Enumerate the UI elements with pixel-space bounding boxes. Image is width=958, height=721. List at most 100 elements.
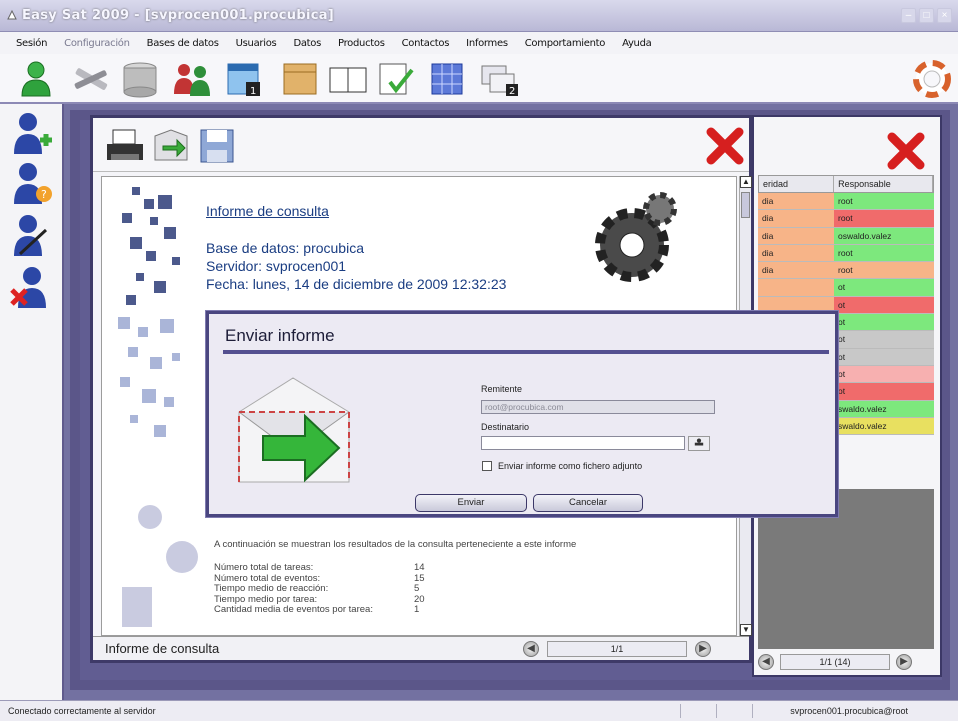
- svg-text:?: ?: [41, 188, 47, 201]
- prev-report-page-icon[interactable]: ◀: [523, 640, 539, 657]
- responsable-cell: root: [834, 210, 934, 227]
- responsable-cell: oswaldo.valez: [834, 227, 934, 244]
- sender-label: Remitente: [481, 384, 523, 394]
- report-stats: Número total de tareas: 14 Número total d…: [214, 562, 425, 616]
- stat-value: 14: [414, 562, 425, 573]
- cancel-button[interactable]: Cancelar: [533, 494, 643, 512]
- pixel-pattern-decoration: [118, 187, 198, 627]
- send-button[interactable]: Enviar: [415, 494, 527, 512]
- severity-cell: [758, 279, 834, 296]
- gear-icon: [595, 192, 677, 282]
- lifebuoy-icon[interactable]: [910, 60, 954, 98]
- menu-usuarios[interactable]: Usuarios: [236, 38, 277, 49]
- minimize-button[interactable]: –: [901, 8, 916, 23]
- report-date: Fecha: lunes, 14 de diciembre de 2009 12…: [206, 276, 507, 292]
- status-connection: Conectado correctamente al servidor: [8, 706, 156, 716]
- responsable-cell: root: [834, 262, 934, 279]
- checklist-icon[interactable]: [374, 60, 418, 98]
- stat-label: Cantidad media de eventos por tarea:: [214, 604, 373, 615]
- delete-user-icon[interactable]: [10, 264, 54, 312]
- stat-value: 1: [414, 604, 420, 615]
- contacts-icon: [694, 438, 704, 446]
- severity-cell: dia: [758, 244, 834, 262]
- responsable-cell: ot: [834, 314, 934, 331]
- status-divider: [752, 704, 753, 718]
- users-icon[interactable]: [170, 60, 214, 98]
- menu-productos[interactable]: Productos: [338, 38, 385, 49]
- table-row[interactable]: dia oswaldo.valez: [758, 227, 934, 245]
- print-icon[interactable]: [105, 126, 145, 166]
- window-icon[interactable]: 1: [222, 60, 266, 98]
- next-report-page-icon[interactable]: ▶: [695, 640, 711, 657]
- table-row[interactable]: ot: [758, 279, 934, 297]
- toolbar-badge-1: 1: [250, 86, 256, 97]
- responsable-cell: root: [834, 244, 934, 262]
- export-icon[interactable]: [151, 126, 191, 166]
- scroll-down-icon[interactable]: ▼: [740, 624, 752, 636]
- menu-datos[interactable]: Datos: [293, 38, 321, 49]
- stat-label: Número total de tareas:: [214, 562, 314, 573]
- menu-bar: Sesión Configuración Bases de datos Usua…: [0, 32, 958, 54]
- menu-contactos[interactable]: Contactos: [402, 38, 450, 49]
- title-bar: Easy Sat 2009 - [svprocen001.procubica] …: [0, 0, 958, 32]
- menu-sesion[interactable]: Sesión: [16, 38, 47, 49]
- prev-page-icon[interactable]: ◀: [758, 654, 774, 670]
- maximize-button[interactable]: □: [919, 8, 934, 23]
- attach-checkbox[interactable]: [482, 461, 492, 471]
- book-icon[interactable]: [326, 60, 370, 98]
- status-divider: [680, 704, 681, 718]
- close-window-button[interactable]: ×: [937, 8, 952, 23]
- table-row[interactable]: dia root: [758, 262, 934, 280]
- scroll-thumb[interactable]: [741, 192, 750, 218]
- responsable-cell: ot: [834, 279, 934, 296]
- report-toolbar: [93, 118, 749, 172]
- save-icon[interactable]: [197, 126, 237, 166]
- recipient-input[interactable]: [481, 436, 685, 450]
- menu-ayuda[interactable]: Ayuda: [622, 38, 652, 49]
- scroll-up-icon[interactable]: ▲: [740, 176, 752, 188]
- menu-configuracion[interactable]: Configuración: [64, 38, 130, 49]
- table-row[interactable]: dia root: [758, 193, 934, 211]
- report-page-indicator: 1/1: [547, 640, 687, 657]
- stat-label: Tiempo medio de reacción:: [214, 583, 329, 594]
- recipient-label: Destinatario: [481, 422, 530, 432]
- responsable-cell: ot: [834, 348, 934, 365]
- dialog-divider: [223, 350, 829, 354]
- menu-informes[interactable]: Informes: [466, 38, 508, 49]
- close-report-icon[interactable]: [705, 126, 745, 166]
- tools-icon[interactable]: [70, 60, 114, 98]
- list-pager: ◀ 1/1 (14) ▶: [758, 651, 936, 673]
- responsable-cell: ot: [834, 296, 934, 314]
- windows-icon[interactable]: 2: [478, 60, 522, 98]
- report-title[interactable]: Informe de consulta: [206, 203, 329, 219]
- left-sidebar: ?: [0, 104, 64, 700]
- status-bar: Conectado correctamente al servidor svpr…: [0, 700, 958, 721]
- report-database: Base de datos: procubica: [206, 240, 364, 256]
- grid-icon[interactable]: [426, 60, 470, 98]
- responsable-cell: root: [834, 193, 934, 210]
- responsable-cell: swaldo.valez: [834, 417, 934, 435]
- table-row[interactable]: dia root: [758, 210, 934, 228]
- user-icon[interactable]: [14, 60, 58, 98]
- column-header-responsable[interactable]: Responsable: [834, 176, 933, 192]
- menu-comportamiento[interactable]: Comportamiento: [525, 38, 606, 49]
- severity-cell: dia: [758, 210, 834, 227]
- report-server: Servidor: svprocen001: [206, 258, 347, 274]
- report-intro: A continuación se muestran los resultado…: [214, 539, 577, 550]
- edit-user-icon[interactable]: [10, 212, 54, 260]
- column-header-severity[interactable]: eridad: [759, 176, 835, 192]
- menu-bases-de-datos[interactable]: Bases de datos: [147, 38, 219, 49]
- toolbar: 1 2: [0, 54, 958, 104]
- add-user-icon[interactable]: [10, 110, 54, 158]
- app-icon: [7, 9, 17, 20]
- close-list-icon[interactable]: [886, 131, 926, 171]
- box-icon[interactable]: [278, 60, 322, 98]
- address-book-button[interactable]: [688, 436, 710, 451]
- responsable-cell: ot: [834, 331, 934, 348]
- database-icon[interactable]: [118, 60, 162, 98]
- table-row[interactable]: dia root: [758, 244, 934, 263]
- next-page-icon[interactable]: ▶: [896, 654, 912, 670]
- responsable-cell: ot: [834, 383, 934, 400]
- stat-value: 5: [414, 583, 420, 594]
- query-user-icon[interactable]: ?: [10, 160, 54, 208]
